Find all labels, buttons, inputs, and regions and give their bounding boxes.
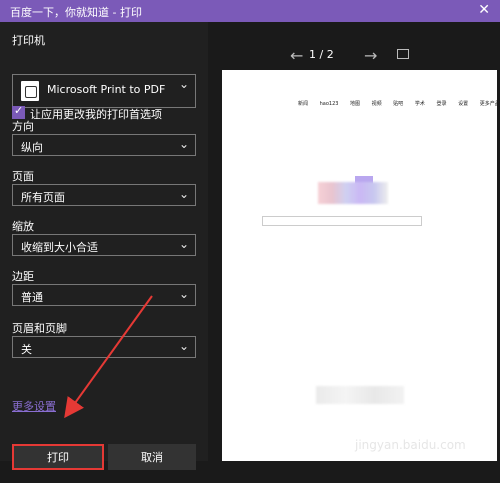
printer-value: Microsoft Print to PDF: [47, 83, 166, 96]
pages-select[interactable]: 所有页面 ⌄: [12, 184, 196, 206]
scale-label: 缩放: [12, 220, 34, 233]
orientation-label: 方向: [12, 120, 34, 133]
chevron-down-icon: ⌄: [178, 77, 189, 91]
orientation-value: 纵向: [21, 141, 43, 154]
header-footer-label: 页眉和页脚: [12, 322, 67, 335]
header-footer-select[interactable]: 关 ⌄: [12, 336, 196, 358]
blurred-footer: [316, 386, 404, 404]
preview-link: 设置: [458, 101, 469, 107]
action-buttons: 打印 取消: [0, 444, 208, 483]
preview-link: 更多产品: [479, 101, 500, 107]
search-box-preview: [262, 216, 422, 226]
pdf-printer-icon: [21, 81, 39, 101]
cancel-button[interactable]: 取消: [108, 444, 196, 470]
printer-label: 打印机: [12, 34, 45, 47]
next-page-icon[interactable]: →: [364, 46, 377, 65]
margins-label: 边距: [12, 270, 34, 283]
watermark: jingyan.baidu.com: [355, 438, 466, 452]
previous-page-icon[interactable]: ←: [290, 46, 303, 65]
more-settings-link[interactable]: 更多设置: [12, 398, 56, 414]
margins-select[interactable]: 普通 ⌄: [12, 284, 196, 306]
app-preferences-label: 让应用更改我的打印首选项: [30, 108, 162, 121]
chevron-down-icon: ⌄: [178, 287, 189, 301]
preview-link: 新闻: [298, 101, 309, 107]
chevron-down-icon: ⌄: [178, 237, 189, 251]
preview-top-links: 新闻 hao123 地图 视频 贴吧 学术 登录 设置 更多产品: [298, 100, 500, 107]
preview-link: 视频: [371, 101, 382, 107]
preview-nav: ← 1 / 2 →: [208, 44, 500, 70]
printer-select[interactable]: Microsoft Print to PDF ⌄: [12, 74, 196, 108]
page-counter: 1 / 2: [309, 48, 334, 61]
scale-select[interactable]: 收缩到大小合适 ⌄: [12, 234, 196, 256]
chevron-down-icon: ⌄: [178, 339, 189, 353]
pages-label: 页面: [12, 170, 34, 183]
margins-value: 普通: [21, 291, 43, 304]
preview-link: 地图: [350, 101, 361, 107]
preview-panel: ← 1 / 2 → 新闻 hao123 地图 视频 贴吧 学术 登录 设置 更多…: [208, 22, 500, 461]
scale-value: 收缩到大小合适: [21, 241, 98, 254]
fullscreen-icon[interactable]: [397, 49, 409, 59]
print-window: 百度一下，你就知道 - 打印 ✕ 打印机 Microsoft Print to …: [0, 0, 500, 470]
orientation-select[interactable]: 纵向 ⌄: [12, 134, 196, 156]
window-title: 百度一下，你就知道 - 打印: [10, 6, 142, 19]
chevron-down-icon: ⌄: [178, 137, 189, 151]
title-bar: 百度一下，你就知道 - 打印 ✕: [0, 0, 500, 22]
chevron-down-icon: ⌄: [178, 187, 189, 201]
preview-link: hao123: [319, 101, 339, 107]
print-preview-page: 新闻 hao123 地图 视频 贴吧 学术 登录 设置 更多产品: [222, 70, 500, 461]
print-button[interactable]: 打印: [12, 444, 104, 470]
preview-link: 登录: [436, 101, 447, 107]
pages-value: 所有页面: [21, 191, 65, 204]
settings-panel: 打印机 Microsoft Print to PDF ⌄ 让应用更改我的打印首选…: [0, 22, 208, 470]
preview-link: 学术: [414, 101, 425, 107]
blurred-logo: [318, 182, 388, 204]
preview-link: 贴吧: [393, 101, 404, 107]
header-footer-value: 关: [21, 343, 32, 356]
close-icon[interactable]: ✕: [478, 2, 490, 18]
